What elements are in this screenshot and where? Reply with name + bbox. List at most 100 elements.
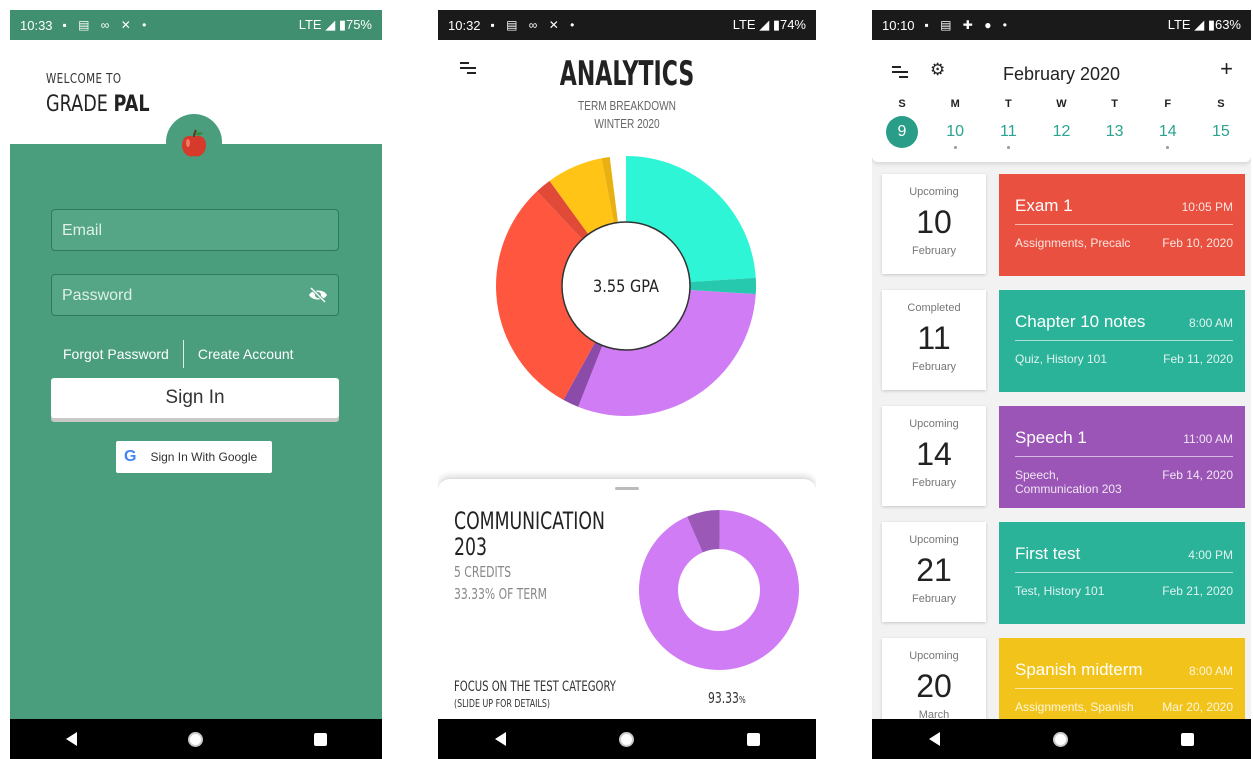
network-label: LTE (1167, 17, 1191, 32)
event-divider (1015, 572, 1233, 573)
status-time: 10:33 (20, 17, 53, 33)
forgot-password-link[interactable]: Forgot Password (63, 346, 169, 362)
event-time: 10:05 PM (1181, 200, 1233, 214)
event-month: February (911, 361, 957, 373)
notification-icons: ▪ ▤ ∞ ✕ • (62, 18, 151, 32)
back-icon[interactable] (65, 732, 77, 746)
nav-bar (872, 719, 1251, 759)
status-time: 10:32 (448, 17, 481, 33)
google-sign-in-button[interactable]: G Sign In With Google (116, 441, 272, 473)
calendar-header: ⚙ February 2020 + S 9 M 10 T 11 W 12 T 13 F 14 S 15 (872, 40, 1251, 182)
event-status: Upcoming (909, 534, 959, 546)
link-divider (182, 340, 184, 368)
visibility-off-icon[interactable] (308, 287, 328, 303)
event-title: Speech 1 (1015, 428, 1087, 447)
day-number[interactable]: 12 (1041, 118, 1081, 146)
add-event-button[interactable]: + (1220, 56, 1233, 82)
event-date-tile[interactable]: Completed 11 February (882, 290, 986, 390)
event-time: 4:00 PM (1188, 548, 1233, 562)
drag-handle[interactable] (615, 487, 639, 490)
event-row[interactable]: Upcoming 10 February Exam 1 10:05 PM Assignme… (882, 174, 1245, 276)
day-number[interactable]: 13 (1095, 118, 1135, 146)
event-date: Feb 14, 2020 (1162, 468, 1233, 482)
back-icon[interactable] (928, 732, 940, 746)
event-row[interactable]: Upcoming 14 February Speech 1 11:00 AM Speech… (882, 406, 1245, 508)
status-bar: 10:32 ▪ ▤ ∞ ✕ • LTE ◢ ▮74% (438, 10, 816, 40)
google-logo-icon: G (124, 448, 137, 465)
day-number[interactable]: 15 (1201, 118, 1241, 146)
weekday-letter: T (1111, 98, 1118, 110)
day-column[interactable]: S 15 (1201, 98, 1241, 149)
focus-text: FOCUS ON THE TEST CATEGORY (454, 679, 616, 695)
event-category: Assignments, Precalc (1015, 236, 1131, 250)
day-column[interactable]: M 10 (935, 98, 975, 149)
day-number[interactable]: 10 (935, 118, 975, 146)
event-day: 21 (916, 552, 952, 588)
event-dot (1006, 146, 1010, 149)
event-date-tile[interactable]: Upcoming 10 February (882, 174, 986, 274)
event-row[interactable]: Upcoming 21 February First test 4:00 PM Test,… (882, 522, 1245, 624)
selected-day-number[interactable]: 9 (886, 116, 918, 148)
day-column[interactable]: T 13 (1095, 98, 1135, 149)
term-label: WINTER 2020 (594, 116, 660, 131)
event-day: 14 (916, 436, 952, 472)
create-account-link[interactable]: Create Account (198, 346, 294, 362)
apple-logo-icon (182, 129, 206, 157)
weekday-letter: T (1004, 98, 1012, 110)
app-name-bold: PAL (113, 92, 150, 117)
event-date: Mar 20, 2020 (1162, 700, 1233, 714)
day-column[interactable]: T 11 (988, 98, 1028, 149)
event-category: Test, History 101 (1015, 584, 1105, 598)
event-date-tile[interactable]: Upcoming 21 February (882, 522, 986, 622)
home-icon[interactable] (187, 731, 203, 747)
event-time: 8:00 AM (1188, 664, 1233, 678)
recents-icon[interactable] (1181, 732, 1195, 746)
event-date: Feb 11, 2020 (1163, 352, 1233, 366)
course-detail-panel[interactable]: COMMUNICATION 203 5 CREDITS 33.33% OF TE… (438, 478, 816, 719)
course-number: 203 (454, 533, 487, 561)
event-category: Speech, Communication 203 (1015, 468, 1122, 496)
event-date-tile[interactable]: Upcoming 14 February (882, 406, 986, 506)
app-name-light: GRADE (46, 92, 108, 117)
weekday-letter: F (1164, 98, 1172, 110)
recents-icon[interactable] (313, 732, 327, 746)
event-category: Quiz, History 101 (1015, 352, 1108, 366)
slide-hint: (SLIDE UP FOR DETAILS) (454, 697, 550, 710)
recents-icon[interactable] (746, 732, 760, 746)
status-time: 10:10 (882, 17, 915, 33)
event-category: Assignments, Spanish (1015, 700, 1134, 714)
status-right: LTE ◢ ▮63% (1167, 17, 1241, 32)
menu-icon[interactable] (460, 62, 476, 74)
gpa-donut-chart[interactable]: 3.55 GPA (490, 150, 762, 422)
password-field[interactable]: Password (51, 274, 339, 316)
home-icon[interactable] (1052, 731, 1068, 747)
focus-donut-chart (639, 510, 799, 670)
event-status: Upcoming (909, 650, 959, 662)
calendar-screen: 10:10 ▪ ▤ ✚ ● • LTE ◢ ▮63% ⚙ February 20… (872, 10, 1251, 759)
email-field[interactable]: Email (51, 209, 339, 251)
home-icon[interactable] (618, 731, 634, 747)
weekday-letter: M (950, 98, 960, 110)
account-links: Forgot Password Create Account (51, 340, 339, 368)
event-card[interactable]: Speech 1 11:00 AM Speech, Communication 20… (999, 406, 1245, 508)
event-row[interactable]: Completed 11 February Chapter 10 notes 8:00 … (882, 290, 1245, 392)
day-column[interactable]: F 14 (1148, 98, 1188, 149)
battery-label: 74% (779, 17, 806, 32)
event-card[interactable]: First test 4:00 PM Test, History 101 Feb 21… (999, 522, 1245, 624)
event-day: 11 (917, 320, 951, 356)
nav-bar (10, 719, 382, 759)
day-column[interactable]: W 12 (1041, 98, 1081, 149)
course-term-share: 33.33% OF TERM (454, 585, 548, 603)
event-card[interactable]: Chapter 10 notes 8:00 AM Quiz, History 101… (999, 290, 1245, 392)
day-number[interactable]: 14 (1148, 118, 1188, 146)
event-divider (1015, 456, 1233, 457)
day-column[interactable]: S9 (882, 98, 922, 149)
event-card[interactable]: Exam 1 10:05 PM Assignments, Precalc Feb 10… (999, 174, 1245, 276)
event-time: 11:00 AM (1183, 432, 1233, 446)
back-icon[interactable] (494, 732, 506, 746)
focus-percent-value: 93.33 (708, 689, 739, 707)
sign-in-button[interactable]: Sign In (51, 378, 339, 418)
day-number[interactable]: 11 (988, 118, 1028, 146)
event-divider (1015, 224, 1233, 225)
event-title: Spanish midterm (1015, 660, 1143, 679)
